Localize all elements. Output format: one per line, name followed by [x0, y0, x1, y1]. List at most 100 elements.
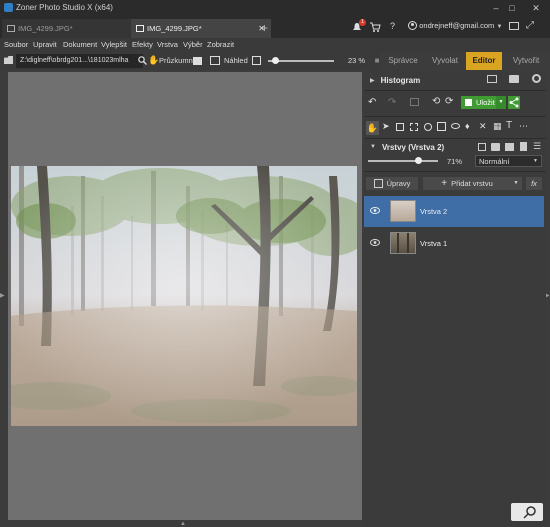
- maximize-button[interactable]: □: [506, 2, 518, 14]
- effects-button[interactable]: fx: [526, 177, 542, 190]
- minimize-button[interactable]: –: [490, 2, 502, 14]
- rotate-left-icon[interactable]: ⟲: [432, 96, 440, 107]
- transform-tool-icon[interactable]: [410, 123, 418, 131]
- account-button[interactable]: ondrejneff@gmail.com ▼: [408, 21, 503, 31]
- undo-icon[interactable]: ↶: [368, 97, 376, 108]
- menu-soubor[interactable]: Soubor: [4, 40, 28, 49]
- module-icon-separator: ■: [374, 56, 380, 65]
- brush-tool-icon[interactable]: ✕: [479, 121, 487, 132]
- opacity-value: 71%: [447, 157, 463, 166]
- target-icon[interactable]: [532, 74, 541, 83]
- display-button[interactable]: [509, 22, 519, 30]
- add-layer-dropdown[interactable]: ▼: [510, 177, 522, 190]
- menu-dokument[interactable]: Dokument: [63, 40, 97, 49]
- visibility-eye-icon[interactable]: [370, 207, 380, 214]
- menu-efekty[interactable]: Efekty: [132, 40, 153, 49]
- explorer-folder-icon: [193, 57, 202, 65]
- layer-folder-icon[interactable]: [505, 143, 514, 151]
- blend-mode-select[interactable]: Normální ▼: [475, 155, 542, 167]
- tab-editor[interactable]: Editor: [466, 52, 502, 70]
- tab-document-1[interactable]: IMG_4299.JPG* ✕: [2, 19, 143, 38]
- divider: [364, 138, 546, 139]
- preview-button[interactable]: Náhled: [224, 56, 248, 65]
- image-file-icon: [7, 25, 15, 32]
- cart-icon: [370, 22, 381, 32]
- add-layer-button[interactable]: + Přidat vrstvu: [423, 177, 511, 190]
- chevron-down-icon: ▼: [533, 158, 538, 164]
- menu-icon[interactable]: ☰: [533, 141, 541, 152]
- rotate-right-icon[interactable]: ⟳: [445, 96, 453, 107]
- fill-tool-icon[interactable]: ♦: [465, 121, 470, 131]
- adjustments-icon: [373, 179, 383, 188]
- save-label: Uložit: [476, 98, 495, 107]
- tab-manager[interactable]: Správce: [384, 52, 422, 70]
- collapse-arrow-icon: ▶: [370, 77, 375, 84]
- opacity-slider-track[interactable]: [368, 160, 438, 162]
- layers-title: Vrstvy (Vrstva 2): [381, 142, 445, 152]
- menu-zobrazit[interactable]: Zobrazit: [207, 40, 234, 49]
- zoom-slider-knob[interactable]: [271, 57, 279, 64]
- layer-thumbnail: [390, 200, 416, 222]
- opacity-slider-knob[interactable]: [414, 157, 422, 164]
- navigator-button[interactable]: [511, 503, 543, 521]
- text-tool-icon[interactable]: T: [506, 120, 512, 131]
- photo-misty-forest: [11, 166, 357, 426]
- duplicate-layer-icon[interactable]: [478, 143, 486, 151]
- lasso-tool-icon[interactable]: [424, 123, 432, 131]
- divider: [364, 116, 546, 117]
- notifications-button[interactable]: 1: [352, 19, 366, 32]
- new-tab-button[interactable]: +: [261, 21, 268, 35]
- delete-layer-icon[interactable]: [520, 142, 527, 151]
- tab-document-2[interactable]: IMG_4299.JPG* ✕: [131, 19, 271, 38]
- tab-create[interactable]: Vytvořit: [506, 52, 546, 70]
- notification-badge: 1: [359, 19, 366, 26]
- hand-icon[interactable]: ✋: [148, 55, 159, 66]
- hand-tool-icon[interactable]: ✋: [366, 121, 379, 135]
- fullscreen-button[interactable]: ⤢: [526, 20, 534, 31]
- title-bar: Zoner Photo Studio X (x64) – □ ✕: [0, 0, 550, 16]
- histogram-options-icon[interactable]: [487, 75, 497, 83]
- image-file-icon: [136, 25, 144, 32]
- text-box-tool-icon[interactable]: [437, 122, 446, 131]
- export-icon[interactable]: [252, 56, 261, 65]
- menu-upravit[interactable]: Upravit: [33, 40, 57, 49]
- crop-tool-icon[interactable]: [396, 123, 404, 131]
- layer-row-vrstva-1[interactable]: Vrstva 1: [364, 228, 544, 259]
- collapse-arrow-icon: ▼: [370, 144, 376, 150]
- search-icon[interactable]: [138, 56, 147, 65]
- close-window-button[interactable]: ✕: [530, 2, 542, 14]
- layers-section-header[interactable]: ▼ Vrstvy (Vrstva 2): [370, 141, 444, 153]
- user-icon: [408, 21, 417, 31]
- path-field[interactable]: Z:\diglneff\obrdg201...\181023mlha: [16, 54, 143, 68]
- layer-row-vrstva-2[interactable]: Vrstva 2: [364, 196, 544, 227]
- adjustments-button[interactable]: Úpravy: [366, 177, 418, 190]
- select-tool-icon[interactable]: ➤: [382, 121, 390, 132]
- zoom-navigator-icon: [523, 506, 536, 519]
- more-tools-icon[interactable]: ⋯: [519, 121, 528, 132]
- floppy-icon: [465, 99, 472, 106]
- chevron-down-icon: ▼: [496, 24, 503, 30]
- cart-button[interactable]: [370, 22, 381, 32]
- bottom-panel-toggle[interactable]: ▲: [180, 521, 186, 527]
- menu-vyber[interactable]: Výběr: [183, 40, 203, 49]
- tab-label: IMG_4299.JPG*: [18, 24, 73, 33]
- save-dropdown-button[interactable]: ▼: [496, 96, 506, 109]
- menu-vylepsit[interactable]: Vylepšit: [101, 40, 127, 49]
- history-icon[interactable]: [410, 98, 419, 106]
- zoom-level: 23 %: [348, 56, 366, 65]
- tab-develop[interactable]: Vyvolat: [426, 52, 464, 70]
- share-button[interactable]: [508, 96, 520, 109]
- eye-tool-icon[interactable]: [451, 123, 460, 129]
- redo-icon[interactable]: ↷: [388, 97, 396, 108]
- clone-tool-icon[interactable]: ▦: [493, 121, 502, 132]
- left-panel-toggle[interactable]: ▶: [0, 292, 5, 299]
- share-icon: [509, 97, 519, 108]
- histogram-section-header[interactable]: ▶ Histogram: [370, 74, 420, 86]
- camera-icon[interactable]: [509, 75, 519, 83]
- menu-vrstva[interactable]: Vrstva: [157, 40, 178, 49]
- layer-mask-icon[interactable]: [491, 143, 500, 151]
- help-button[interactable]: ?: [390, 21, 395, 31]
- visibility-eye-icon[interactable]: [370, 239, 380, 246]
- folder-up-icon[interactable]: [4, 56, 13, 64]
- document-tab-bar: IMG_4299.JPG* ✕ IMG_4299.JPG* ✕ + 1 ? on…: [0, 16, 550, 38]
